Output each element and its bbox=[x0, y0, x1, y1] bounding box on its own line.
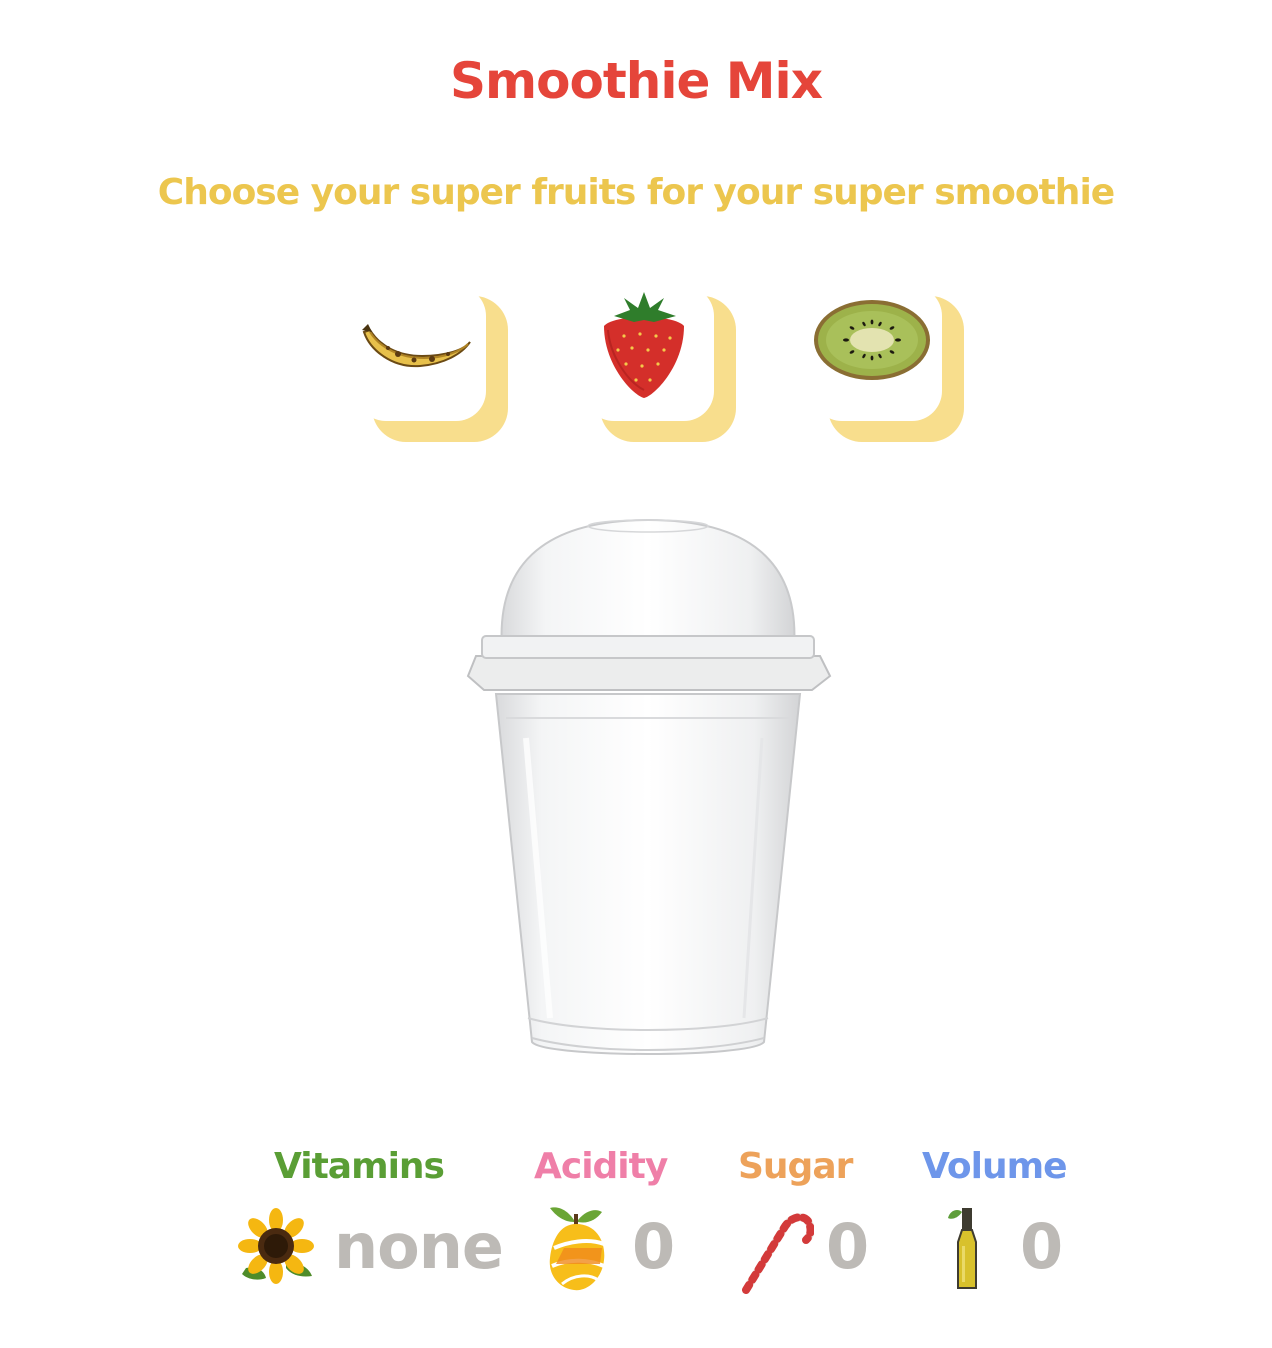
bottle-icon bbox=[948, 1208, 977, 1289]
cup-image bbox=[466, 518, 832, 1055]
lemon-icon bbox=[549, 1207, 605, 1291]
acidity-label: Acidity bbox=[534, 1146, 668, 1187]
vitamins-label: Vitamins bbox=[274, 1146, 445, 1187]
vitamins-value: none bbox=[334, 1210, 504, 1283]
candy-cane-icon bbox=[742, 1213, 814, 1294]
banana-icon bbox=[362, 324, 471, 368]
fruit-card-kiwi[interactable] bbox=[812, 286, 964, 442]
kiwi-icon bbox=[814, 300, 930, 380]
fruit-card-strawberry[interactable] bbox=[584, 286, 736, 442]
volume-label: Volume bbox=[922, 1146, 1068, 1187]
page-title: Smoothie Mix bbox=[450, 52, 823, 110]
page-subtitle: Choose your super fruits for your super … bbox=[157, 172, 1115, 213]
sunflower-icon bbox=[238, 1208, 314, 1284]
sugar-label: Sugar bbox=[738, 1146, 853, 1187]
acidity-value: 0 bbox=[632, 1210, 675, 1283]
volume-value: 0 bbox=[1020, 1210, 1063, 1283]
fruit-card-banana[interactable] bbox=[356, 286, 508, 442]
sugar-value: 0 bbox=[826, 1210, 869, 1283]
strawberry-icon bbox=[604, 292, 684, 398]
